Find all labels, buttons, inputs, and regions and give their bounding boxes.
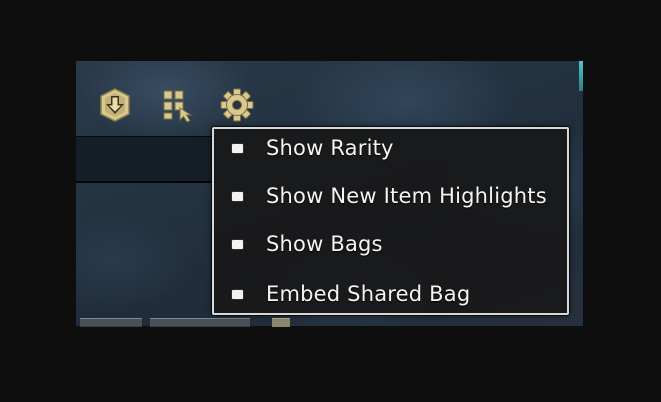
inventory-slot xyxy=(80,318,142,327)
deposit-all-icon xyxy=(100,88,130,122)
compact-inventory-icon xyxy=(163,90,193,123)
inventory-options-menu: Show Rarity Show New Item Highlights Sho… xyxy=(212,127,569,315)
menu-item-label: Show Rarity xyxy=(266,136,394,160)
gear-icon xyxy=(220,88,254,122)
deposit-all-button[interactable] xyxy=(96,86,134,124)
menu-item-label: Embed Shared Bag xyxy=(266,282,471,306)
checkbox-bullet-icon[interactable] xyxy=(232,289,243,299)
checkbox-bullet-icon[interactable] xyxy=(232,143,243,153)
checkbox-bullet-icon[interactable] xyxy=(232,191,243,201)
settings-button[interactable] xyxy=(218,86,256,124)
inventory-slot xyxy=(272,318,290,327)
inventory-slot xyxy=(150,318,250,327)
inventory-header-strip xyxy=(76,136,216,183)
menu-item-label: Show New Item Highlights xyxy=(266,184,547,208)
menu-item-show-bags[interactable]: Show Bags xyxy=(214,224,567,264)
window-edge-accent xyxy=(579,61,583,91)
menu-item-label: Show Bags xyxy=(266,232,383,256)
menu-item-embed-shared-bag[interactable]: Embed Shared Bag xyxy=(214,274,567,314)
checkbox-bullet-icon[interactable] xyxy=(232,239,243,249)
menu-item-show-rarity[interactable]: Show Rarity xyxy=(214,128,567,168)
compact-inventory-button[interactable] xyxy=(160,86,198,124)
menu-item-show-new-item-highlights[interactable]: Show New Item Highlights xyxy=(214,176,567,216)
